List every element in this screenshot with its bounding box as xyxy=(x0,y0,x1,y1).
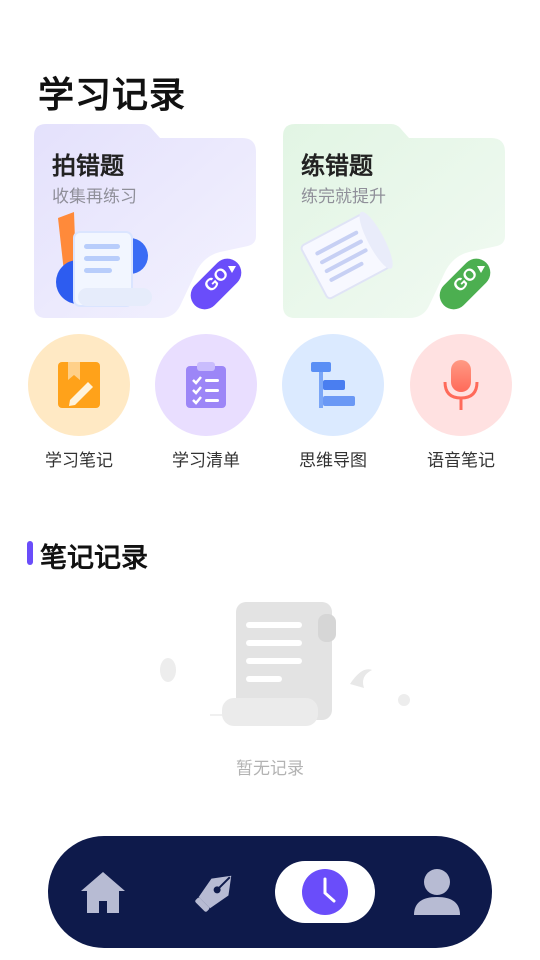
user-icon xyxy=(414,869,460,915)
notebook-pen-icon xyxy=(58,362,100,408)
home-icon xyxy=(81,872,125,913)
bottom-tab-bar xyxy=(48,836,492,948)
card-title: 拍错题 xyxy=(52,152,124,180)
practice-mistakes-card[interactable]: 练错题 练完就提升 GO xyxy=(283,124,505,320)
go-badge-icon: GO xyxy=(439,258,491,310)
card-title: 练错题 xyxy=(301,152,373,180)
go-badge-icon: GO xyxy=(190,258,242,310)
notes-scroll-illustration-icon xyxy=(56,212,152,307)
microphone-icon xyxy=(443,360,479,410)
pen-nib-icon xyxy=(195,875,232,912)
paper-scroll-illustration-icon xyxy=(300,211,393,300)
quick-action-voice-notes[interactable]: 语音笔记 xyxy=(410,334,512,471)
quick-action-study-notes[interactable]: 学习笔记 xyxy=(28,334,130,471)
checklist-clipboard-icon xyxy=(186,362,226,408)
tab-home[interactable] xyxy=(58,836,148,948)
quick-action-label: 思维导图 xyxy=(299,451,367,471)
section-title: 笔记记录 xyxy=(40,543,148,574)
quick-action-study-list[interactable]: 学习清单 xyxy=(155,334,257,471)
card-subtitle: 练完就提升 xyxy=(301,187,386,207)
quick-action-circle xyxy=(410,334,512,436)
section-accent-bar xyxy=(27,541,33,565)
tab-profile[interactable] xyxy=(392,836,482,948)
mind-map-icon xyxy=(311,362,355,408)
empty-state-text: 暂无记录 xyxy=(236,759,304,779)
empty-state-illustration-icon xyxy=(160,602,410,726)
clock-icon xyxy=(302,869,348,915)
quick-action-circle xyxy=(282,334,384,436)
quick-action-label: 学习笔记 xyxy=(45,451,113,471)
tab-write[interactable] xyxy=(170,836,260,948)
learning-records-page: 学习记录 拍错题 收集再练习 GO 练错题 练完就提升 GO 学习笔记 学习清单… xyxy=(0,0,540,960)
quick-action-circle xyxy=(28,334,130,436)
snap-mistakes-card[interactable]: 拍错题 收集再练习 GO xyxy=(34,124,256,320)
card-subtitle: 收集再练习 xyxy=(52,187,137,207)
quick-action-circle xyxy=(155,334,257,436)
quick-action-label: 语音笔记 xyxy=(427,451,495,471)
tab-records[interactable] xyxy=(280,836,370,948)
quick-action-label: 学习清单 xyxy=(172,451,240,471)
quick-action-mind-map[interactable]: 思维导图 xyxy=(282,334,384,471)
page-title: 学习记录 xyxy=(38,75,187,116)
